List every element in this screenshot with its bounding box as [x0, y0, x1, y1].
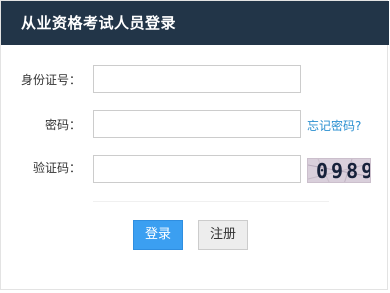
captcha-image[interactable]: 0989	[307, 158, 371, 183]
divider	[93, 201, 329, 202]
login-panel: 从业资格考试人员登录 身份证号： 密码： 忘记密码? 验证码： 0989 登录 …	[0, 0, 389, 290]
password-input[interactable]	[93, 110, 301, 138]
register-button[interactable]: 注册	[198, 220, 248, 250]
id-number-label: 身份证号：	[20, 73, 81, 87]
panel-header: 从业资格考试人员登录	[1, 1, 389, 45]
password-label: 密码：	[44, 118, 81, 132]
captcha-input[interactable]	[93, 155, 301, 183]
captcha-label: 验证码：	[32, 161, 81, 175]
page-title: 从业资格考试人员登录	[21, 14, 177, 32]
forgot-password-link[interactable]: 忘记密码?	[307, 118, 361, 134]
captcha-code: 0989	[316, 159, 371, 183]
id-number-input[interactable]	[93, 65, 301, 93]
login-button[interactable]: 登录	[133, 220, 183, 250]
